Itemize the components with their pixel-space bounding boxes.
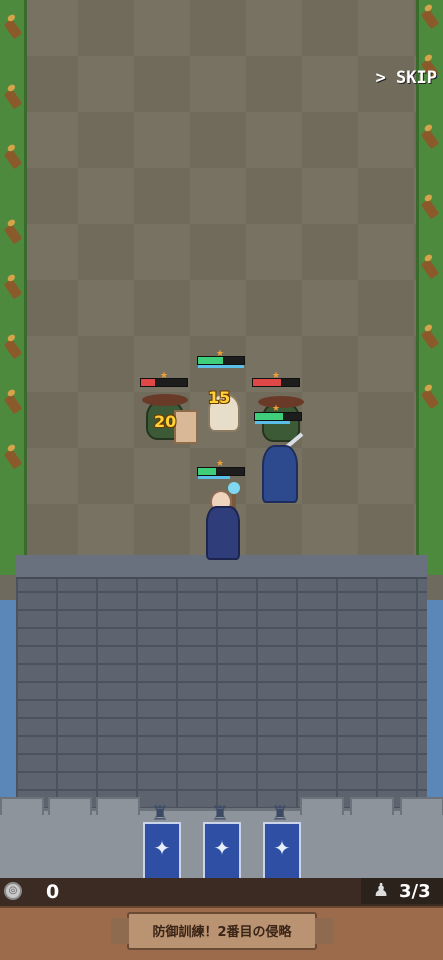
hp-fill bbox=[198, 357, 224, 364]
game-screen: > SKIP ★ ★ ★ ★ ★ 15 20 ♜ ♜ ♜ ✦ ✦ ✦ ◎ 0 ♟… bbox=[0, 0, 443, 960]
ally-blue-swordsman: ★ bbox=[252, 405, 308, 505]
damage-number: 20 bbox=[154, 412, 177, 431]
enemy-goblin-left: ★ bbox=[140, 372, 200, 447]
hp-fill bbox=[253, 379, 281, 386]
coin-icon: ◎ bbox=[4, 882, 22, 900]
ally-hp-bar bbox=[197, 467, 245, 479]
ally-mage: ★ bbox=[196, 460, 252, 560]
moat-right bbox=[425, 600, 443, 815]
pawn-icon: ♟ bbox=[373, 880, 390, 901]
mana-fill bbox=[198, 365, 244, 368]
coin-counter: ◎ 0 bbox=[0, 878, 80, 904]
phoenix-icon: ✦ bbox=[213, 836, 231, 860]
damage-number: 15 bbox=[208, 388, 231, 407]
hp-fill bbox=[255, 413, 283, 420]
phoenix-icon: ✦ bbox=[153, 836, 171, 860]
mana-fill bbox=[255, 421, 290, 424]
ally-hp-bar bbox=[254, 412, 302, 424]
castle-banner: ✦ bbox=[143, 822, 181, 882]
hp-fill bbox=[141, 379, 155, 386]
enemy-hp-bar bbox=[252, 378, 300, 387]
stage-title-plate: 防御訓練！2番目の侵略 bbox=[111, 912, 333, 950]
mana-fill bbox=[198, 476, 231, 479]
left-grass-border bbox=[0, 0, 27, 575]
skip-button[interactable]: > SKIP bbox=[376, 68, 437, 88]
phoenix-icon: ✦ bbox=[273, 836, 291, 860]
swordsman-sprite bbox=[262, 445, 298, 503]
unit-count: 3/3 bbox=[399, 881, 431, 902]
castle-banner: ✦ bbox=[203, 822, 241, 882]
castle-wall bbox=[16, 555, 427, 815]
hp-fill bbox=[198, 468, 217, 475]
hammer-sprite bbox=[174, 410, 198, 444]
mage-sprite bbox=[206, 506, 240, 560]
ally-hp-bar bbox=[197, 356, 245, 368]
castle-banner: ✦ bbox=[263, 822, 301, 882]
coin-count: 0 bbox=[46, 881, 60, 903]
stage-title: 防御訓練！2番目の侵略 bbox=[152, 925, 292, 940]
unit-counter: ♟ 3/3 bbox=[361, 878, 443, 904]
enemy-hp-bar bbox=[140, 378, 188, 387]
